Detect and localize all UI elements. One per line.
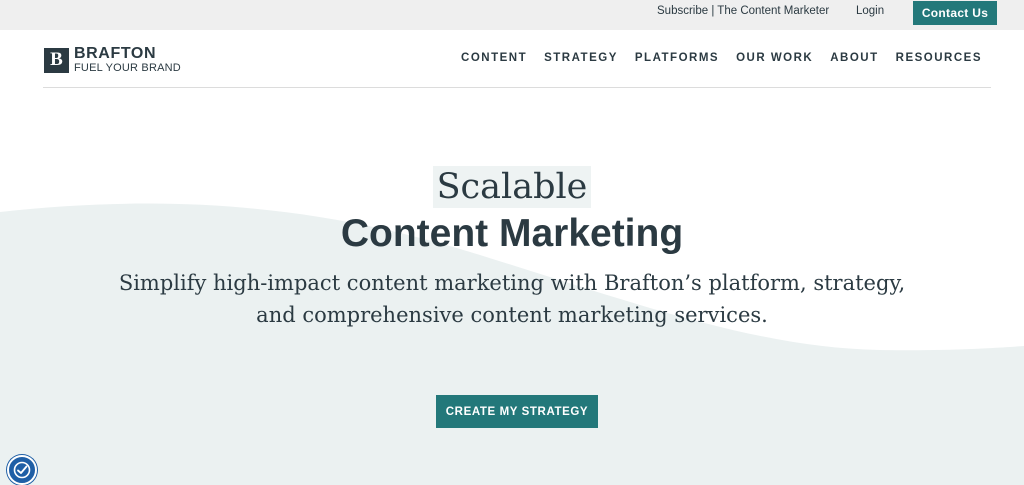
top-utility-bar: Subscribe | The Content Marketer Login C…	[0, 0, 1024, 30]
brand-wordmark: BRAFTON FUEL YOUR BRAND	[74, 46, 181, 74]
brand-name: BRAFTON	[74, 45, 157, 62]
brand-logo[interactable]: B BRAFTON FUEL YOUR BRAND	[44, 46, 181, 74]
accessibility-icon	[13, 461, 31, 479]
create-my-strategy-button[interactable]: CREATE MY STRATEGY	[436, 395, 598, 428]
header-divider	[43, 87, 991, 88]
hero-subtitle-line2: and comprehensive content marketing serv…	[256, 303, 768, 327]
hero-subtitle-line1: Simplify high-impact content marketing w…	[118, 271, 906, 295]
nav-item-about[interactable]: ABOUT	[830, 52, 878, 64]
hero-subtitle: Simplify high-impact content marketing w…	[0, 267, 1024, 331]
hero-title-line1-wrap: Scalable	[0, 166, 1024, 208]
nav-item-content[interactable]: CONTENT	[461, 52, 527, 64]
subscribe-link[interactable]: Subscribe | The Content Marketer	[657, 5, 829, 17]
contact-us-button[interactable]: Contact Us	[913, 1, 997, 25]
brafton-logo-icon: B	[44, 47, 69, 73]
brand-tagline: FUEL YOUR BRAND	[74, 62, 181, 74]
nav-item-our-work[interactable]: OUR WORK	[736, 52, 813, 64]
hero-title-line1: Scalable	[432, 166, 592, 208]
nav-item-platforms[interactable]: PLATFORMS	[635, 52, 719, 64]
hero-title-line2: Content Marketing	[340, 212, 684, 255]
main-nav: CONTENT STRATEGY PLATFORMS OUR WORK ABOU…	[461, 52, 982, 64]
nav-item-resources[interactable]: RESOURCES	[896, 52, 982, 64]
nav-item-strategy[interactable]: STRATEGY	[544, 52, 618, 64]
accessibility-button[interactable]	[7, 455, 37, 485]
login-link[interactable]: Login	[856, 5, 884, 17]
